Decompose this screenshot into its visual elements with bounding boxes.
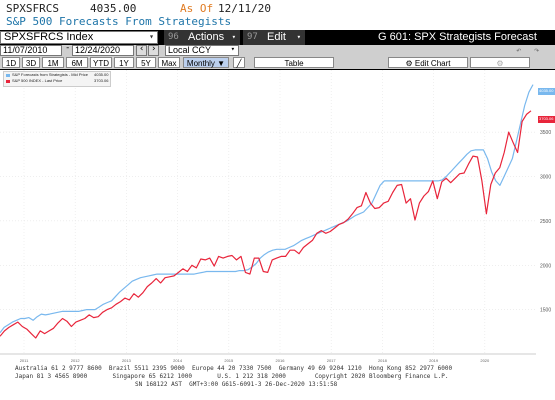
y-tick-label: 1500 [540, 308, 551, 314]
x-tick-label: 2013 [122, 358, 132, 363]
period-3d-button[interactable]: 3D [22, 57, 40, 68]
start-date-text: 11/07/2010 [3, 45, 48, 55]
date-separator: - [65, 43, 71, 53]
frequency-text: Monthly [186, 59, 215, 68]
x-tick-label: 2018 [378, 358, 388, 363]
security-text: SPXSFRCS Index [4, 31, 94, 43]
table-button[interactable]: Table [254, 57, 334, 68]
edit-number: 97 [247, 32, 258, 42]
start-date-field[interactable]: 11/07/2010 [0, 45, 62, 56]
page-subtitle: S&P 500 Forecasts From Strategists [6, 15, 232, 28]
actions-label: Actions [188, 31, 225, 43]
actions-number: 96 [168, 32, 179, 42]
actions-dropdown-icon: ▾ [231, 33, 236, 41]
edit-dropdown-icon: ▾ [296, 33, 301, 41]
legend-swatch-red [6, 80, 10, 83]
x-tick-label: 2014 [173, 358, 183, 363]
footer-line-2: Japan 81 3 4565 8900 Singapore 65 6212 1… [15, 373, 449, 380]
last-value-red: 3703.06 [539, 116, 554, 121]
x-tick-label: 2016 [276, 358, 286, 363]
currency-select[interactable]: Local CCY ▾ [165, 45, 239, 56]
series-line-spx [0, 110, 532, 339]
chart-area: 2011 2012 2013 2014 2015 2016 2017 2018 2019 2020… [0, 70, 555, 380]
y-tick-label: 3500 [540, 130, 551, 136]
frequency-select[interactable]: Monthly ▼ [183, 57, 229, 68]
as-of-date: 12/11/20 [218, 2, 271, 15]
command-bar: SPXSFRCS Index ▾ 96 Actions ▾ 97 Edit ▾ … [0, 30, 555, 45]
ticker-symbol: SPXSFRCS [6, 2, 59, 15]
line-tool-button[interactable]: ╱ [233, 57, 245, 68]
settings-gear-icon: ⚙ [496, 59, 504, 68]
y-tick-label: 2000 [540, 263, 551, 269]
period-5y-button[interactable]: 5Y [136, 57, 156, 68]
table-label: Table [284, 59, 304, 68]
undo-button[interactable]: ↶ [516, 46, 530, 56]
legend-label-red: S&P 500 INDEX - Last Price [12, 78, 63, 83]
last-value-tag-blue: 4035.00 [538, 88, 555, 95]
end-date-field[interactable]: 12/24/2020 [72, 45, 134, 56]
x-tick-label: 2017 [327, 358, 337, 363]
period-1d-button[interactable]: 1D [2, 57, 20, 68]
edit-label: Edit [267, 31, 286, 43]
x-tick-label: 2015 [224, 358, 234, 363]
period-max-button[interactable]: Max [158, 57, 180, 68]
currency-text: Local CCY [168, 45, 212, 55]
legend-swatch-blue [6, 74, 10, 77]
period-bar: 1D 3D 1M 6M YTD 1Y 5Y Max Monthly ▼ ╱ Ta… [0, 56, 555, 69]
y-tick-label: 2500 [540, 219, 551, 225]
series-line-forecast [0, 84, 534, 334]
end-date-text: 12/24/2020 [75, 45, 121, 55]
legend-value-blue: 4035.00 [94, 72, 109, 77]
chevron-left-icon: ‹ [139, 44, 145, 54]
period-6m-button[interactable]: 6M [66, 57, 88, 68]
x-tick-label: 2012 [71, 358, 81, 363]
period-ytd-button[interactable]: YTD [90, 57, 112, 68]
dropdown-arrow-icon: ▾ [149, 32, 154, 41]
ticker-value: 4035.00 [90, 2, 137, 15]
settings-button[interactable]: ⚙ [470, 57, 530, 68]
date-range-bar: 11/07/2010 - 12/24/2020 ‹ › Local CCY ▾ [0, 43, 555, 56]
redo-button[interactable]: ↷ [534, 46, 548, 56]
previous-period-button[interactable]: ‹ [136, 44, 147, 56]
header-bar: SPXSFRCS 4035.00 As Of 12/11/20 S&P 500 … [0, 0, 555, 30]
security-field[interactable]: SPXSFRCS Index ▾ [0, 31, 158, 44]
redo-icon: ↷ [534, 46, 540, 56]
legend-value-red: 3703.06 [94, 78, 109, 83]
edit-menu[interactable]: 97 Edit ▾ [243, 30, 305, 45]
last-value-tag-red: 3703.06 [538, 116, 555, 123]
legend-label-blue: S&P Forecasts from Strategists - Mid Pri… [12, 72, 88, 77]
frequency-dropdown-icon: ▼ [217, 59, 226, 68]
as-of-label: As Of [180, 2, 214, 15]
period-1y-button[interactable]: 1Y [114, 57, 134, 68]
period-1m-button[interactable]: 1M [42, 57, 64, 68]
next-period-button[interactable]: › [148, 44, 159, 56]
footer: Australia 61 2 9777 8600 Brazil 5511 239… [0, 364, 555, 400]
chevron-right-icon: › [151, 44, 157, 54]
x-tick-label: 2020 [480, 358, 490, 363]
edit-chart-button[interactable]: ⚙ Edit Chart [388, 57, 468, 68]
chart-series [0, 84, 534, 339]
footer-line-3: SN 168122 AST GMT+3:00 G615-6091-3 26-De… [135, 381, 338, 388]
gear-icon: ⚙ [405, 59, 413, 68]
actions-menu[interactable]: 96 Actions ▾ [164, 30, 240, 45]
footer-line-1: Australia 61 2 9777 8600 Brazil 5511 239… [15, 365, 453, 372]
x-tick-label: 2019 [429, 358, 439, 363]
last-value-blue: 4035.00 [539, 88, 554, 93]
function-title: G 601: SPX Strategists Forecast [378, 31, 537, 43]
y-axis: 1500 2000 2500 3000 3500 [540, 130, 551, 314]
x-axis: 2011 2012 2013 2014 2015 2016 2017 2018 2019 2020 [0, 353, 536, 363]
chart-legend: S&P Forecasts from Strategists - Mid Pri… [3, 71, 111, 87]
undo-icon: ↶ [516, 46, 522, 56]
line-chart: 2011 2012 2013 2014 2015 2016 2017 2018 2019 2020… [0, 70, 551, 363]
x-tick-label: 2011 [20, 358, 29, 363]
edit-chart-label: Edit Chart [414, 59, 451, 68]
y-tick-label: 3000 [540, 175, 551, 181]
line-tool-icon: ╱ [236, 59, 242, 68]
currency-dropdown-icon: ▾ [230, 45, 235, 53]
